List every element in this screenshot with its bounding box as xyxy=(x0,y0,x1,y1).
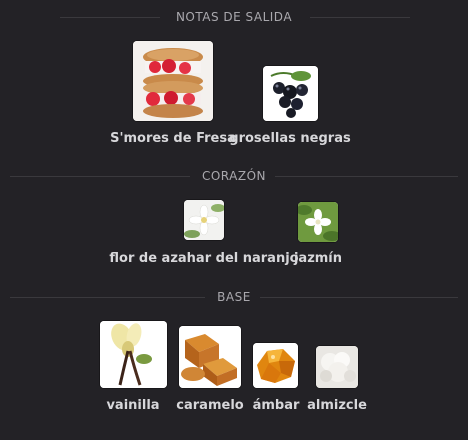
note-item-jasmine[interactable] xyxy=(298,202,338,242)
note-item-vanilla[interactable] xyxy=(100,321,167,388)
note-item-blackcurrant[interactable] xyxy=(263,66,318,121)
note-label: S'mores de Fresa xyxy=(110,131,236,146)
caramel-image xyxy=(179,326,241,388)
note-label: jazmín xyxy=(293,251,343,266)
note-label: almizcle xyxy=(307,398,367,413)
note-label: caramelo xyxy=(176,398,244,413)
orange-blossom-image xyxy=(184,200,224,240)
vanilla-image xyxy=(100,321,167,388)
note-item-strawberry-smores[interactable] xyxy=(133,41,213,121)
amber-image xyxy=(253,343,298,388)
divider-line xyxy=(260,297,458,298)
section-header-heart-notes: CORAZÓN xyxy=(0,167,468,185)
note-label: flor de azahar del naranjo xyxy=(109,251,299,266)
blackcurrant-image xyxy=(263,66,318,121)
musk-image xyxy=(316,346,358,388)
strawberry-smores-image xyxy=(133,41,213,121)
section-header-base-notes: BASE xyxy=(0,288,468,306)
divider-line xyxy=(275,176,458,177)
note-label: ámbar xyxy=(252,398,300,413)
note-item-amber[interactable] xyxy=(253,343,298,388)
note-item-musk[interactable] xyxy=(316,346,358,388)
note-label: grosellas negras xyxy=(229,131,351,146)
jasmine-image xyxy=(298,202,338,242)
note-item-orange-blossom[interactable] xyxy=(184,200,224,240)
note-item-caramel[interactable] xyxy=(179,326,241,388)
note-label: vainilla xyxy=(106,398,160,413)
section-header-top-notes: NOTAS DE SALIDA xyxy=(0,8,468,26)
divider-line xyxy=(310,17,410,18)
